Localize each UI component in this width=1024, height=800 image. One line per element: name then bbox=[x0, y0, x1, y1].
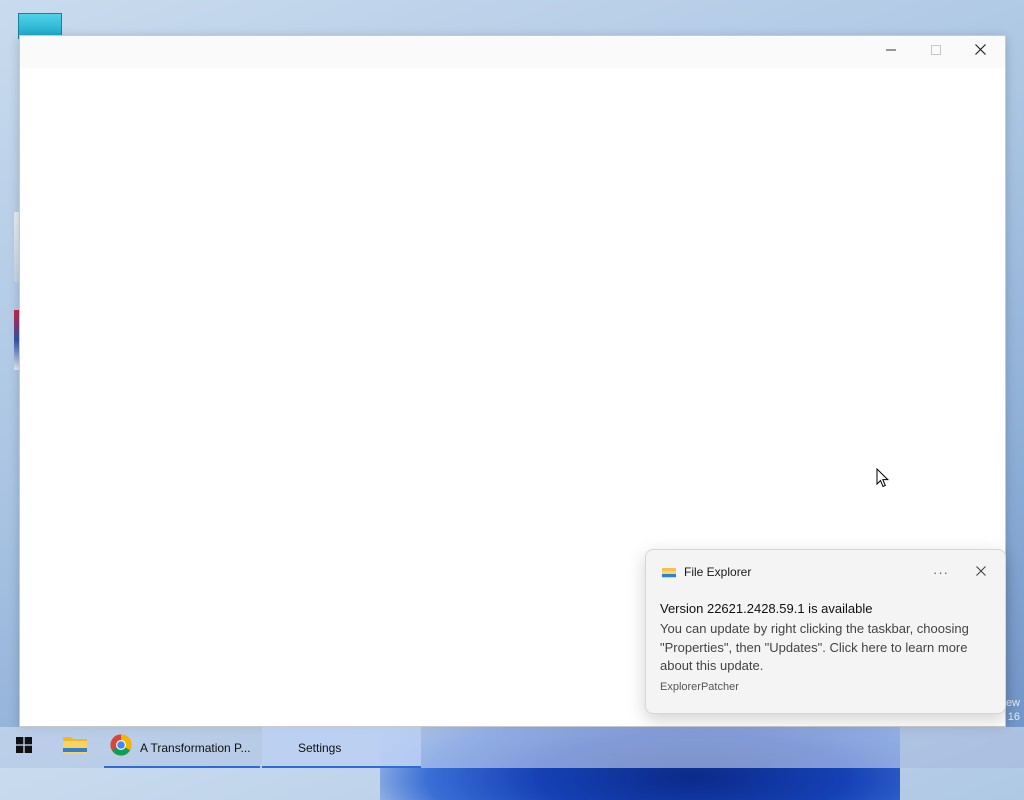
mouse-cursor-icon bbox=[876, 467, 890, 493]
taskbar-chrome[interactable]: A Transformation P... bbox=[104, 727, 260, 768]
maximize-button[interactable] bbox=[913, 36, 958, 66]
file-explorer-icon bbox=[62, 734, 88, 761]
desktop-watermark: ew 16 bbox=[1006, 696, 1020, 724]
taskbar-settings-label: Settings bbox=[298, 740, 342, 755]
toast-close-button[interactable] bbox=[966, 560, 996, 584]
more-options-icon: ··· bbox=[933, 564, 949, 580]
toast-body[interactable]: You can update by right clicking the tas… bbox=[660, 620, 990, 676]
toast-app-name: File Explorer bbox=[684, 565, 752, 579]
toast-attribution: ExplorerPatcher bbox=[660, 681, 739, 693]
maximize-icon bbox=[930, 42, 941, 60]
close-icon bbox=[975, 42, 986, 60]
taskbar-settings[interactable]: Settings bbox=[262, 727, 421, 768]
taskbar-chrome-label: A Transformation P... bbox=[140, 740, 251, 755]
toast-title: Version 22621.2428.59.1 is available bbox=[660, 601, 873, 616]
notification-toast[interactable]: File Explorer ··· Version 22621.2428.59.… bbox=[645, 549, 1006, 714]
toast-more-button[interactable]: ··· bbox=[926, 560, 956, 584]
chrome-icon bbox=[110, 734, 132, 761]
file-explorer-icon bbox=[662, 566, 676, 584]
taskbar: A Transformation P... Settings bbox=[0, 727, 1024, 768]
watermark-line-2: 16 bbox=[1007, 711, 1020, 723]
watermark-line-1: ew bbox=[1005, 697, 1020, 709]
window-titlebar[interactable] bbox=[20, 36, 1005, 68]
windows-start-icon bbox=[16, 737, 32, 758]
minimize-icon bbox=[885, 42, 896, 60]
close-button[interactable] bbox=[958, 36, 1003, 66]
close-icon bbox=[976, 563, 986, 581]
taskbar-file-explorer[interactable] bbox=[52, 727, 98, 768]
start-button[interactable] bbox=[0, 727, 48, 768]
minimize-button[interactable] bbox=[868, 36, 913, 66]
